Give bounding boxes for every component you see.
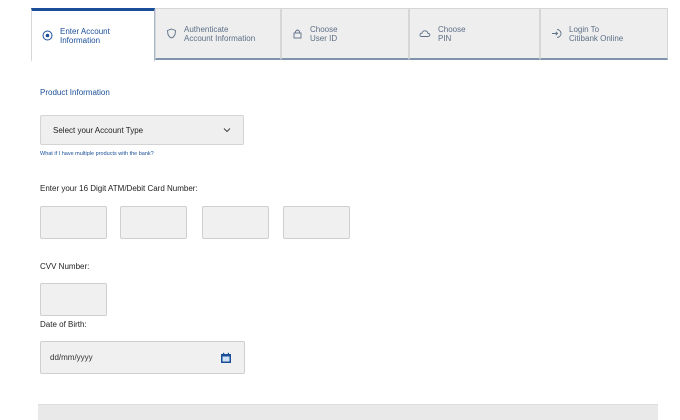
cloud-icon — [418, 27, 432, 41]
step-login-to-citibank-online[interactable]: Login To Citibank Online — [540, 8, 668, 60]
page: Enter Account Information Authenticate A… — [0, 0, 680, 420]
shield-icon — [164, 27, 178, 41]
step-label-line1: Login To — [569, 24, 600, 34]
date-of-birth-label: Date of Birth: — [40, 320, 87, 329]
lock-icon — [290, 27, 304, 41]
step-label-line2: Account Information — [184, 33, 256, 43]
login-icon — [549, 27, 563, 41]
step-label: Login To Citibank Online — [569, 25, 623, 43]
step-enter-account-information[interactable]: Enter Account Information — [31, 8, 155, 62]
date-of-birth-field[interactable]: dd/mm/yyyy — [40, 341, 245, 374]
step-label-line1: Enter Account — [60, 26, 110, 36]
cvv-label: CVV Number: — [40, 262, 90, 271]
card-number-label: Enter your 16 Digit ATM/Debit Card Numbe… — [40, 184, 198, 193]
multiple-products-link[interactable]: What if I have multiple products with th… — [40, 151, 154, 157]
target-icon — [40, 29, 54, 43]
step-label: Choose User ID — [310, 25, 338, 43]
cvv-field[interactable] — [40, 283, 107, 316]
calendar-icon[interactable] — [220, 352, 232, 364]
bottom-panel — [38, 404, 658, 420]
step-label-line1: Choose — [310, 24, 338, 34]
card-number-field-1[interactable] — [40, 206, 107, 239]
chevron-down-icon — [223, 126, 231, 135]
card-number-field-2[interactable] — [120, 206, 187, 239]
date-of-birth-placeholder: dd/mm/yyyy — [50, 353, 93, 362]
step-label-line2: Citibank Online — [569, 33, 624, 43]
account-type-select[interactable]: Select your Account Type — [40, 115, 244, 145]
step-label: Authenticate Account Information — [184, 25, 255, 43]
step-label: Choose PIN — [438, 25, 466, 43]
progress-stepper: Enter Account Information Authenticate A… — [31, 8, 668, 62]
step-label-line2: User ID — [310, 33, 338, 43]
step-label-line1: Authenticate — [184, 24, 229, 34]
step-authenticate-account-information[interactable]: Authenticate Account Information — [155, 8, 281, 60]
card-number-field-3[interactable] — [202, 206, 269, 239]
step-label: Enter Account Information — [60, 27, 110, 45]
step-choose-user-id[interactable]: Choose User ID — [281, 8, 409, 60]
card-number-field-4[interactable] — [283, 206, 350, 239]
product-information-heading: Product Information — [40, 88, 110, 97]
account-type-value: Select your Account Type — [53, 125, 144, 135]
step-label-line1: Choose — [438, 24, 466, 34]
step-label-line2: PIN — [438, 33, 452, 43]
step-label-line2: Information — [60, 35, 101, 45]
step-choose-pin[interactable]: Choose PIN — [409, 8, 540, 60]
